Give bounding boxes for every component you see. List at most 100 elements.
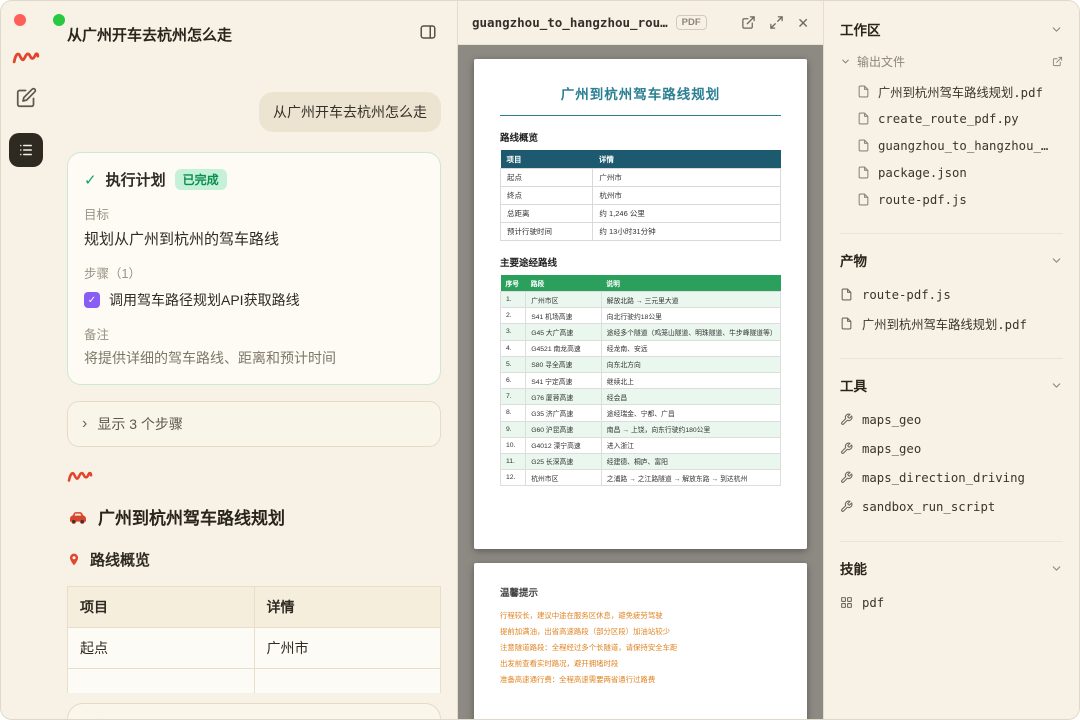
pdf-type-badge: PDF bbox=[676, 15, 707, 30]
show-steps-toggle[interactable]: › 显示 3 个步骤 bbox=[67, 401, 441, 447]
document-icon bbox=[857, 85, 870, 98]
document-icon bbox=[857, 139, 870, 152]
artifact-list: route-pdf.js 广州到杭州驾车路线规划.pdf bbox=[840, 280, 1063, 338]
assistant-logo-icon bbox=[67, 467, 441, 490]
pdf-route-table: 序号 路段 说明 1.广州市区解放北路 → 三元里大道 2.S41 机场高速向北… bbox=[500, 275, 781, 486]
goal-label: 目标 bbox=[84, 204, 424, 223]
artifacts-title: 产物 bbox=[840, 250, 867, 270]
skills-title: 技能 bbox=[840, 558, 867, 578]
pdf-page-2: 温馨提示 行程较长，建议中途在服务区休息，避免疲劳驾驶 提前加满油，出省高速路段… bbox=[474, 563, 807, 720]
open-folder-external-icon[interactable] bbox=[1052, 56, 1063, 67]
tool-item[interactable]: sandbox_run_script bbox=[840, 492, 1063, 521]
car-icon bbox=[67, 509, 89, 525]
file-item[interactable]: create_route_pdf.py bbox=[857, 105, 1063, 132]
reply-placeholder: 回复... bbox=[82, 716, 426, 720]
composer-bar: 回复... + bbox=[51, 693, 457, 720]
tasks-nav-button[interactable] bbox=[9, 133, 43, 167]
workspace-title: 工作区 bbox=[840, 19, 881, 39]
tool-item[interactable]: maps_direction_driving bbox=[840, 463, 1063, 492]
table-row: 10.G4012 溧宁高速进入浙江 bbox=[501, 437, 781, 453]
skill-list: pdf bbox=[840, 588, 1063, 617]
chevron-down-icon bbox=[1050, 254, 1063, 267]
table-row: 终点杭州市 bbox=[501, 187, 781, 205]
open-external-icon[interactable] bbox=[741, 15, 756, 30]
plan-title: 执行计划 bbox=[106, 169, 166, 190]
close-window-button[interactable] bbox=[14, 14, 26, 26]
table-row: 1.广州市区解放北路 → 三元里大道 bbox=[501, 292, 781, 308]
chevron-down-icon bbox=[840, 56, 851, 67]
step-checkbox[interactable]: ✓ bbox=[84, 292, 100, 308]
chevron-down-icon bbox=[1050, 562, 1063, 575]
table-row: 9.G60 沪昆高速南昌 → 上饶，向东行驶约180公里 bbox=[501, 421, 781, 437]
artifact-item[interactable]: route-pdf.js bbox=[840, 280, 1063, 309]
overview-heading-row: 路线概览 bbox=[67, 549, 441, 570]
output-files-header[interactable]: 输出文件 bbox=[840, 53, 1063, 70]
steps-label: 步骤（1） bbox=[84, 263, 424, 282]
col-header: 详情 bbox=[254, 587, 441, 628]
table-row: 8.G35 济广高速途经瑞金、宁都、广昌 bbox=[501, 405, 781, 421]
tool-item[interactable]: maps_geo bbox=[840, 405, 1063, 434]
pdf-canvas[interactable]: 广州到杭州驾车路线规划 路线概览 项目 详情 起点广州市 终点杭州市 总距离约 … bbox=[458, 45, 823, 720]
file-item[interactable]: package.json bbox=[857, 159, 1063, 186]
answer-heading-row: 广州到杭州驾车路线规划 bbox=[67, 504, 441, 529]
tips-heading: 温馨提示 bbox=[500, 585, 781, 599]
notes-text: 将提供详细的驾车路线、距离和预计时间 bbox=[84, 348, 424, 368]
wrench-icon bbox=[840, 442, 853, 455]
window-controls bbox=[14, 14, 65, 26]
notes-label: 备注 bbox=[84, 324, 424, 343]
file-item[interactable]: route-pdf.js bbox=[857, 186, 1063, 213]
tip-line: 提前加满油，出省高速路段（部分区段）加油站较少 bbox=[500, 624, 781, 640]
zoom-window-button[interactable] bbox=[53, 14, 65, 26]
file-viewer-panel: guangzhou_to_hangzhou_rou… PDF ✕ 广州到杭州驾车… bbox=[457, 1, 823, 720]
show-steps-label: 显示 3 个步骤 bbox=[97, 414, 183, 434]
map-pin-icon bbox=[67, 551, 81, 568]
artifacts-section-header[interactable]: 产物 bbox=[840, 250, 1063, 270]
panel-icon bbox=[419, 23, 437, 41]
pdf-title: 广州到杭州驾车路线规划 bbox=[500, 83, 781, 116]
artifact-item[interactable]: 广州到杭州驾车路线规划.pdf bbox=[840, 309, 1063, 338]
toggle-side-panel-button[interactable] bbox=[419, 23, 437, 46]
table-row: 起点广州市 bbox=[501, 169, 781, 187]
goal-text: 规划从广州到杭州的驾车路线 bbox=[84, 228, 424, 249]
nav-rail bbox=[1, 1, 51, 720]
tool-item[interactable]: maps_geo bbox=[840, 434, 1063, 463]
file-item[interactable]: 广州到杭州驾车路线规划.pdf bbox=[857, 78, 1063, 105]
skills-section: 技能 pdf bbox=[840, 541, 1063, 617]
file-item[interactable]: guangzhou_to_hangzhou_… bbox=[857, 132, 1063, 159]
workspace-section-header[interactable]: 工作区 bbox=[840, 19, 1063, 39]
pdf-overview-table: 项目 详情 起点广州市 终点杭州市 总距离约 1,246 公里 预计行驶时间约 … bbox=[500, 150, 781, 241]
wrench-icon bbox=[840, 413, 853, 426]
reply-input[interactable]: 回复... + bbox=[67, 703, 441, 720]
chat-messages: 从广州开车去杭州怎么走 ✓ 执行计划 已完成 目标 规划从广州到杭州的驾车路线 … bbox=[51, 52, 457, 720]
document-icon bbox=[840, 288, 853, 301]
app-window: 从广州开车去杭州怎么走 从广州开车去杭州怎么走 ✓ 执行计划 已完成 目标 规划… bbox=[0, 0, 1080, 720]
document-icon bbox=[857, 112, 870, 125]
tool-list: maps_geo maps_geo maps_direction_driving… bbox=[840, 405, 1063, 521]
close-viewer-button[interactable]: ✕ bbox=[797, 16, 809, 30]
skill-item[interactable]: pdf bbox=[840, 588, 1063, 617]
table-row: 6.S41 宁定高速继续北上 bbox=[501, 372, 781, 388]
expand-icon[interactable] bbox=[769, 15, 784, 30]
chat-panel: 从广州开车去杭州怎么走 从广州开车去杭州怎么走 ✓ 执行计划 已完成 目标 规划… bbox=[51, 1, 457, 720]
answer-heading: 广州到杭州驾车路线规划 bbox=[98, 504, 285, 529]
overview-table: 项目 详情 起点 广州市 bbox=[67, 586, 441, 703]
table-row: 7.G76 厦蓉高速经会昌 bbox=[501, 389, 781, 405]
tip-line: 注意隧道路段：全程经过多个长隧道，请保持安全车距 bbox=[500, 640, 781, 656]
col-header: 项目 bbox=[68, 587, 255, 628]
skills-section-header[interactable]: 技能 bbox=[840, 558, 1063, 578]
plan-card-header: ✓ 执行计划 已完成 bbox=[84, 169, 424, 190]
wrench-icon bbox=[840, 500, 853, 513]
chevron-down-icon bbox=[1050, 23, 1063, 36]
tools-section-header[interactable]: 工具 bbox=[840, 375, 1063, 395]
plan-card: ✓ 执行计划 已完成 目标 规划从广州到杭州的驾车路线 步骤（1） ✓ 调用驾车… bbox=[67, 152, 441, 385]
viewer-filename: guangzhou_to_hangzhou_rou… bbox=[472, 15, 668, 30]
task-list-icon bbox=[17, 141, 35, 159]
workspace-sidebar: 工作区 输出文件 广州到杭州驾车路线规划.pdf create_route_pd… bbox=[823, 1, 1079, 720]
table-row: 11.G25 长深高速经建德、桐庐、富阳 bbox=[501, 453, 781, 469]
new-chat-button[interactable] bbox=[16, 87, 37, 113]
tools-title: 工具 bbox=[840, 375, 867, 395]
table-row: 预计行驶时间约 13小时31分钟 bbox=[501, 223, 781, 241]
table-row: 起点 广州市 bbox=[68, 628, 441, 669]
wrench-icon bbox=[840, 471, 853, 484]
pdf-section-1: 路线概览 bbox=[500, 130, 781, 144]
